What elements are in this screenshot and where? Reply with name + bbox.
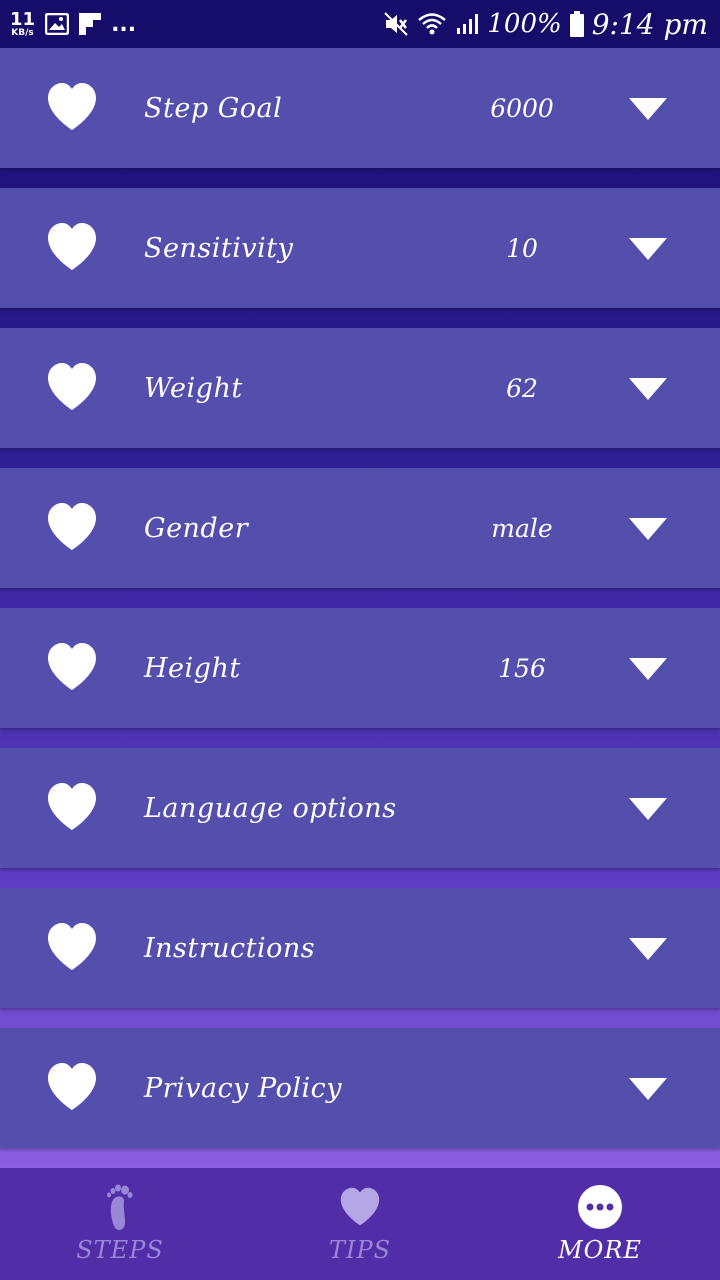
heart-icon xyxy=(336,1182,384,1232)
network-speed: 11 KB/s xyxy=(10,8,36,38)
network-speed-unit: KB/s xyxy=(11,27,34,38)
settings-row-label: Language options xyxy=(144,792,397,824)
nav-label: TIPS xyxy=(328,1236,392,1264)
wifi-icon xyxy=(417,12,447,36)
settings-row-label: Step Goal xyxy=(144,92,283,124)
heart-icon xyxy=(48,503,96,550)
battery-icon xyxy=(569,11,584,37)
mute-icon xyxy=(383,11,409,37)
heart-icon xyxy=(48,923,96,970)
signal-icon xyxy=(455,12,479,36)
dropdown-arrow-icon[interactable] xyxy=(629,518,667,540)
settings-row-label: Gender xyxy=(144,512,249,544)
settings-row-height[interactable]: Height 156 xyxy=(0,608,720,728)
settings-row-label: Sensitivity xyxy=(144,232,294,264)
settings-row-weight[interactable]: Weight 62 xyxy=(0,328,720,448)
bottom-nav: STEPS TIPS MORE xyxy=(0,1168,720,1280)
battery-percent: 100% xyxy=(487,9,562,39)
more-icon xyxy=(576,1182,624,1232)
dropdown-arrow-icon[interactable] xyxy=(629,1078,667,1100)
nav-tab-steps[interactable]: STEPS xyxy=(0,1168,240,1280)
settings-row-label: Weight xyxy=(144,372,243,404)
status-bar: 11 KB/s ... 100% 9:14 pm xyxy=(0,0,720,48)
heart-icon xyxy=(48,1063,96,1110)
network-speed-value: 11 xyxy=(10,8,36,30)
dropdown-arrow-icon[interactable] xyxy=(629,238,667,260)
settings-row-value: 156 xyxy=(498,653,546,683)
overflow-indicator: ... xyxy=(111,11,137,37)
settings-row-sensitivity[interactable]: Sensitivity 10 xyxy=(0,188,720,308)
settings-row-label: Height xyxy=(144,652,241,684)
dropdown-arrow-icon[interactable] xyxy=(629,378,667,400)
flipboard-icon xyxy=(79,13,102,35)
settings-row-value xyxy=(470,888,574,1008)
heart-icon xyxy=(48,643,96,690)
heart-icon xyxy=(48,363,96,410)
dropdown-arrow-icon[interactable] xyxy=(629,938,667,960)
nav-label: MORE xyxy=(558,1236,642,1264)
clock: 9:14 pm xyxy=(591,7,708,41)
settings-row-value: male xyxy=(491,513,553,543)
status-bar-right: 100% 9:14 pm xyxy=(383,8,708,41)
settings-row-value xyxy=(470,748,574,868)
settings-row-label: Privacy Policy xyxy=(144,1072,342,1104)
gallery-icon xyxy=(45,13,70,35)
settings-row-gender[interactable]: Gender male xyxy=(0,468,720,588)
settings-row-value xyxy=(470,1028,574,1148)
status-bar-left: 11 KB/s ... xyxy=(10,8,137,38)
nav-tab-tips[interactable]: TIPS xyxy=(240,1168,480,1280)
settings-row-instructions[interactable]: Instructions xyxy=(0,888,720,1008)
heart-icon xyxy=(48,783,96,830)
dropdown-arrow-icon[interactable] xyxy=(629,658,667,680)
nav-tab-more[interactable]: MORE xyxy=(480,1168,720,1280)
heart-icon xyxy=(48,223,96,270)
heart-icon xyxy=(48,83,96,130)
dropdown-arrow-icon[interactable] xyxy=(629,98,667,120)
settings-row-value: 10 xyxy=(506,233,538,263)
settings-row-label: Instructions xyxy=(144,932,316,964)
dropdown-arrow-icon[interactable] xyxy=(629,798,667,820)
settings-row-value: 62 xyxy=(506,373,538,403)
settings-row-language-options[interactable]: Language options xyxy=(0,748,720,868)
footprint-icon xyxy=(96,1182,144,1232)
settings-row-step-goal[interactable]: Step Goal 6000 xyxy=(0,48,720,168)
nav-label: STEPS xyxy=(76,1236,164,1264)
settings-row-privacy-policy[interactable]: Privacy Policy xyxy=(0,1028,720,1148)
settings-row-value: 6000 xyxy=(490,93,554,123)
